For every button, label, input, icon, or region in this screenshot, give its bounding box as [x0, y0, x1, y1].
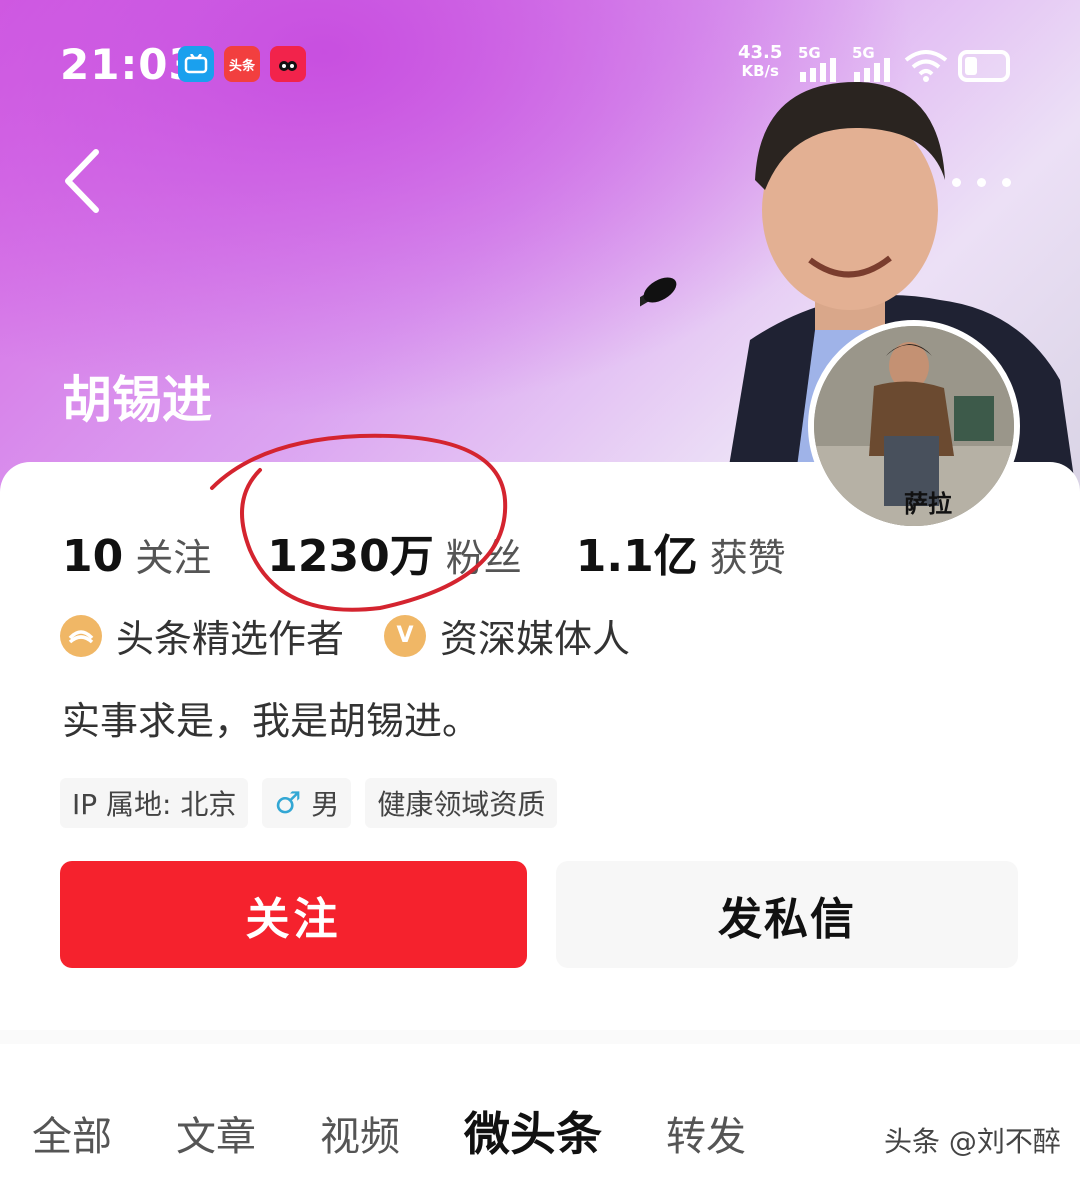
following-label[interactable]: 关注 [135, 527, 211, 582]
avatar-photo: 萨拉 [814, 326, 1014, 526]
more-options-icon[interactable] [952, 172, 1027, 191]
send-message-button[interactable]: 发私信 [556, 861, 1018, 968]
douyin-icon [270, 46, 306, 82]
content-tabs: 全部 文章 视频 微头条 转发 [32, 1098, 810, 1164]
battery-icon [958, 50, 1010, 82]
followers-label[interactable]: 粉丝 [446, 527, 522, 582]
male-icon: ♂ [274, 785, 302, 821]
signal-1-icon [800, 58, 836, 82]
watermark: 头条 @刘不醉 [884, 1125, 1061, 1158]
bilibili-icon [178, 46, 214, 82]
profile-bio: 实事求是，我是胡锡进。 [62, 699, 481, 743]
qualification-tag[interactable]: 健康领域资质 [365, 778, 558, 828]
signal-2-icon [854, 58, 890, 82]
followers-count[interactable]: 1230万 [267, 520, 433, 584]
tab-micro-headlines[interactable]: 微头条 [464, 1098, 602, 1164]
tab-videos[interactable]: 视频 [320, 1104, 400, 1162]
profile-name: 胡锡进 [62, 371, 212, 429]
following-count[interactable]: 10 [62, 531, 123, 582]
toutiao-author-icon [60, 614, 102, 657]
tab-articles[interactable]: 文章 [176, 1104, 256, 1162]
section-divider [0, 1030, 1080, 1044]
back-arrow-icon[interactable] [58, 148, 108, 214]
gender-tag: ♂ 男 [262, 778, 352, 828]
v-verified-icon: V [384, 614, 427, 657]
badge-label-author[interactable]: 头条精选作者 [116, 608, 344, 663]
likes-label: 获赞 [709, 536, 786, 580]
badge-label-media[interactable]: 资深媒体人 [440, 608, 630, 663]
likes-count: 1.1亿 [575, 531, 698, 582]
follow-button[interactable]: 关注 [60, 861, 527, 968]
tab-all[interactable]: 全部 [32, 1104, 112, 1162]
gender-label: 男 [311, 788, 340, 821]
status-bar: 21:03 头条 43.5 KB/s 5G 5G [0, 0, 1080, 130]
toutiao-icon: 头条 [224, 46, 260, 82]
profile-tags: IP 属地: 北京 ♂ 男 健康领域资质 [60, 778, 558, 828]
network-speed: 43.5 KB/s [738, 42, 783, 81]
tab-reposts[interactable]: 转发 [666, 1104, 746, 1162]
profile-stats: 10 关注 1230万 粉丝 1.1亿 获赞 [62, 520, 786, 584]
wifi-icon [904, 50, 948, 82]
ip-location-tag: IP 属地: 北京 [60, 778, 249, 828]
avatar-caption: 萨拉 [904, 489, 952, 518]
avatar[interactable]: 萨拉 [808, 320, 1020, 532]
verification-badges: 头条精选作者 V 资深媒体人 [60, 608, 630, 663]
